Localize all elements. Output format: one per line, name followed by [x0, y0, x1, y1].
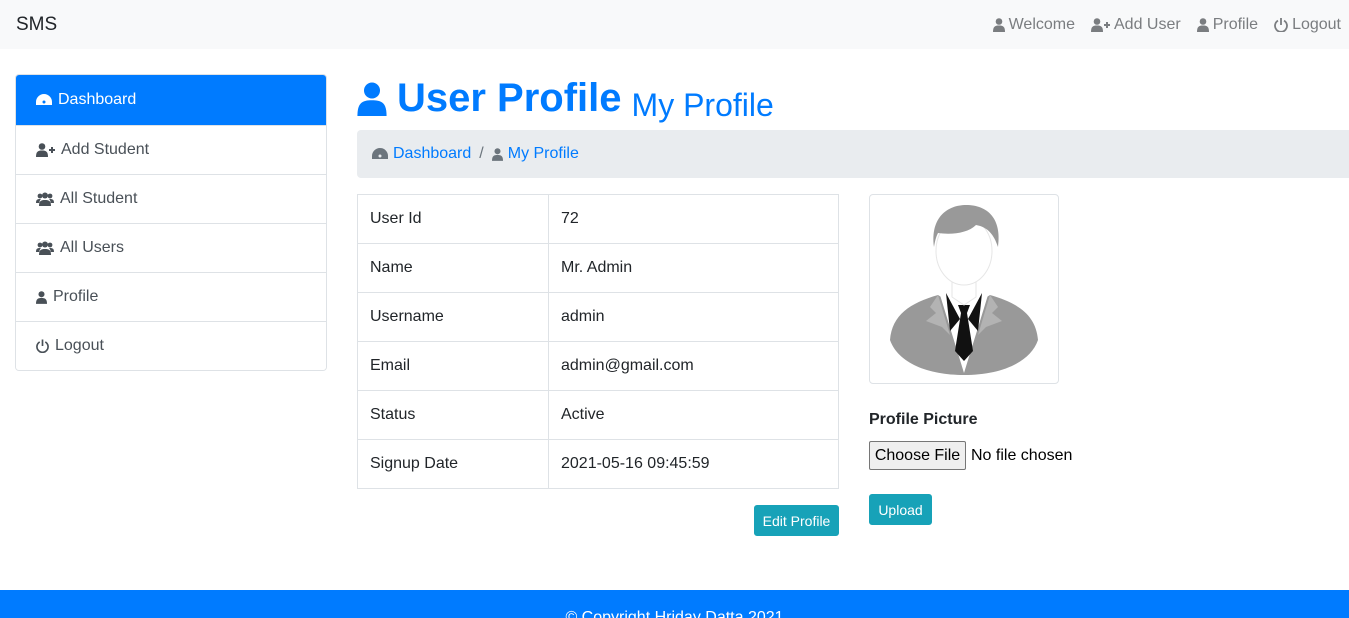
table-row: Email admin@gmail.com	[357, 341, 839, 391]
avatar	[869, 194, 1059, 384]
user-plus-icon	[1091, 17, 1110, 32]
sidebar-item-dashboard[interactable]: Dashboard	[16, 75, 326, 125]
tachometer-icon	[372, 147, 388, 159]
page-title-text: User Profile	[397, 76, 622, 120]
sidebar-item-label: All Users	[60, 239, 125, 256]
avatar-image	[890, 205, 1038, 375]
nav-welcome-link[interactable]: Welcome	[992, 15, 1075, 34]
table-value: admin@gmail.com	[548, 341, 839, 391]
edit-profile-button[interactable]: Edit Profile	[754, 505, 839, 536]
sidebar-item-label: All Student	[60, 190, 138, 207]
breadcrumb-separator: /	[479, 145, 484, 162]
sidebar-item-label: Add Student	[61, 141, 150, 158]
nav-logout-link[interactable]: Logout	[1274, 16, 1341, 34]
table-value: 2021-05-16 09:45:59	[548, 439, 839, 489]
file-input[interactable]: Choose File No file chosen	[869, 441, 1072, 470]
users-icon	[36, 192, 54, 206]
user-plus-icon	[36, 143, 55, 157]
table-row: Name Mr. Admin	[357, 243, 839, 293]
nav-logout-label: Logout	[1292, 15, 1341, 33]
table-row: Status Active	[357, 390, 839, 440]
breadcrumb-dashboard[interactable]: Dashboard	[372, 145, 471, 163]
sidebar-item-all-users[interactable]: All Users	[16, 223, 326, 272]
page-title: User Profile My Profile	[357, 76, 774, 124]
sidebar-item-logout[interactable]: Logout	[16, 321, 326, 370]
table-row: User Id 72	[357, 194, 839, 244]
nav-profile-link[interactable]: Profile	[1196, 15, 1259, 34]
table-value: admin	[548, 292, 839, 342]
table-key: Username	[357, 292, 549, 342]
footer: © Copyright Hriday Datta 2021	[0, 590, 1349, 618]
table-row: Signup Date 2021-05-16 09:45:59	[357, 439, 839, 489]
user-icon	[357, 81, 387, 116]
table-key: Email	[357, 341, 549, 391]
table-value: Active	[548, 390, 839, 440]
nav-add-user-link[interactable]: Add User	[1091, 16, 1181, 34]
brand-logo[interactable]: SMS	[16, 14, 57, 36]
nav-profile-label: Profile	[1212, 15, 1259, 33]
navbar-links: Welcome Add User Profile Logout	[992, 15, 1341, 34]
table-key: Status	[357, 390, 549, 440]
table-key: Signup Date	[357, 439, 549, 489]
profile-picture-label: Profile Picture	[869, 411, 978, 428]
table-key: User Id	[357, 194, 549, 244]
table-row: Username admin	[357, 292, 839, 342]
file-status-text: No file chosen	[971, 446, 1073, 464]
sidebar-item-label: Dashboard	[58, 91, 137, 108]
table-key: Name	[357, 243, 549, 293]
page-title-main: User Profile	[357, 76, 622, 121]
profile-table: User Id 72 Name Mr. Admin Username admin…	[357, 194, 839, 489]
user-icon	[491, 147, 503, 161]
breadcrumb-my-profile-label: My Profile	[507, 145, 579, 162]
upload-button[interactable]: Upload	[869, 494, 932, 525]
breadcrumb-dashboard-label: Dashboard	[393, 145, 472, 162]
footer-copyright: © Copyright Hriday Datta 2021	[565, 609, 784, 618]
table-value: Mr. Admin	[548, 243, 839, 293]
breadcrumb: Dashboard / My Profile	[357, 130, 1349, 178]
sidebar: Dashboard Add Student All Student All Us…	[15, 74, 327, 371]
sidebar-item-label: Profile	[53, 288, 99, 305]
choose-file-button[interactable]: Choose File	[869, 441, 966, 470]
user-icon	[992, 17, 1005, 32]
sidebar-item-add-student[interactable]: Add Student	[16, 125, 326, 174]
sidebar-item-profile[interactable]: Profile	[16, 272, 326, 321]
user-icon	[36, 290, 47, 304]
tachometer-icon	[36, 93, 52, 105]
top-navbar: SMS Welcome Add User Profile Logout	[0, 0, 1349, 49]
power-icon	[1274, 17, 1288, 32]
sidebar-item-label: Logout	[55, 337, 104, 354]
sidebar-item-all-student[interactable]: All Student	[16, 174, 326, 223]
page-subtitle: My Profile	[631, 86, 774, 123]
nav-welcome-label: Welcome	[1008, 15, 1075, 33]
table-value: 72	[548, 194, 839, 244]
power-icon	[36, 339, 49, 353]
users-icon	[36, 241, 54, 255]
nav-add-user-label: Add User	[1114, 15, 1181, 33]
breadcrumb-my-profile[interactable]: My Profile	[491, 145, 579, 163]
user-icon	[1196, 17, 1209, 32]
